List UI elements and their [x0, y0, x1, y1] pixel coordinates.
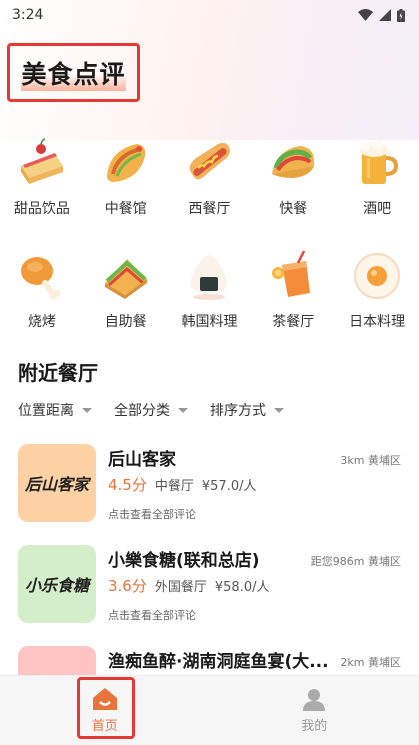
tab-mine[interactable]: 我的 [210, 676, 419, 745]
category-label: 自助餐 [104, 314, 147, 330]
restaurant-distance: 2km 黄埔区 [340, 656, 401, 669]
battery-icon [397, 8, 405, 22]
category-label: 中餐馆 [104, 201, 147, 217]
category-western-restaurant[interactable]: 西餐厅 [168, 130, 252, 243]
filter-label: 排序方式 [210, 403, 266, 419]
status-bar: 3:24 [0, 0, 419, 30]
category-fast-food[interactable]: 快餐 [251, 130, 335, 243]
restaurant-category: 外国餐厅 [154, 580, 207, 595]
category-chinese-restaurant[interactable]: 中餐馆 [84, 130, 168, 243]
restaurant-item[interactable]: 小乐食糖 小樂食糖(联和总店) 距您986m 黄埔区 3.6分 外国餐厅 ¥58… [0, 543, 419, 644]
restaurant-name: 渔痴鱼醉·湖南洞庭鱼宴(大... [108, 652, 329, 672]
beer-mug-icon [360, 139, 399, 184]
category-grid: 甜品饮品 中餐馆 西餐厅 快餐 酒吧 烧烤 自助餐 韩国料理 茶餐厅 日本料理 [0, 130, 419, 356]
category-row: 甜品饮品 中餐馆 西餐厅 快餐 酒吧 [0, 130, 419, 243]
restaurant-meta: 4.5分 中餐厅 ¥57.0/人 [108, 474, 256, 495]
category-label: 甜品饮品 [13, 201, 70, 217]
restaurant-category: 中餐厅 [154, 479, 194, 494]
nearby-section-title: 附近餐厅 [18, 361, 98, 385]
tab-mine-label: 我的 [301, 719, 328, 734]
status-time: 3:24 [12, 7, 44, 23]
category-label: 日本料理 [349, 314, 406, 330]
view-reviews-link[interactable]: 点击查看全部评论 [108, 607, 196, 623]
fried-egg-icon [354, 253, 401, 299]
restaurant-price: ¥57.0/人 [201, 479, 257, 494]
category-bbq[interactable]: 烧烤 [0, 243, 84, 356]
filter-label: 位置距离 [18, 403, 74, 419]
category-label: 烧烤 [27, 314, 56, 330]
caret-down-icon [178, 407, 188, 413]
tab-home-highlight [77, 677, 135, 739]
category-tea-restaurant[interactable]: 茶餐厅 [251, 243, 335, 356]
filter-sort-dropdown[interactable]: 排序方式 [210, 400, 284, 420]
view-reviews-link[interactable]: 点击查看全部评论 [108, 506, 196, 522]
tab-home[interactable]: 首页 [0, 676, 210, 745]
category-bar[interactable]: 酒吧 [335, 130, 419, 243]
filter-category-dropdown[interactable]: 全部分类 [114, 400, 188, 420]
category-japanese[interactable]: 日本料理 [335, 243, 419, 356]
restaurant-thumbnail: 小乐食糖 [18, 545, 96, 623]
restaurant-item[interactable]: 后山客家 后山客家 3km 黄埔区 4.5分 中餐厅 ¥57.0/人 点击查看全… [0, 442, 419, 543]
restaurant-thumbnail: 后山客家 [18, 444, 96, 522]
restaurant-distance: 3km 黄埔区 [340, 454, 401, 467]
restaurant-meta: 3.6分 外国餐厅 ¥58.0/人 [108, 575, 269, 596]
category-korean[interactable]: 韩国料理 [168, 243, 252, 356]
taco-icon [272, 146, 315, 178]
bottom-tab-bar: 首页 我的 [0, 675, 419, 745]
restaurant-name: 后山客家 [108, 450, 176, 470]
caret-down-icon [82, 407, 92, 413]
caret-down-icon [274, 407, 284, 413]
category-label: 酒吧 [363, 201, 392, 217]
restaurant-price: ¥58.0/人 [214, 580, 270, 595]
onigiri-icon [191, 255, 228, 300]
category-dessert-drinks[interactable]: 甜品饮品 [0, 130, 84, 243]
hotdog-icon [190, 142, 231, 180]
category-label: 西餐厅 [188, 201, 231, 217]
cell-signal-icon [379, 9, 391, 21]
app-title-box: 美食点评 [7, 43, 140, 102]
restaurant-score: 4.5分 [108, 476, 147, 494]
filter-bar: 位置距离 全部分类 排序方式 [18, 400, 284, 420]
restaurant-name: 小樂食糖(联和总店) [108, 551, 260, 571]
category-label: 快餐 [279, 201, 308, 217]
restaurant-score: 3.6分 [108, 577, 147, 595]
app-title: 美食点评 [21, 54, 126, 91]
person-icon [303, 689, 326, 711]
category-row: 烧烤 自助餐 韩国料理 茶餐厅 日本料理 [0, 243, 419, 356]
sandwich-icon [104, 259, 147, 299]
restaurant-distance: 距您986m 黄埔区 [310, 555, 401, 568]
filter-distance-dropdown[interactable]: 位置距离 [18, 400, 92, 420]
category-label: 韩国料理 [181, 314, 238, 330]
category-buffet[interactable]: 自助餐 [84, 243, 168, 356]
cake-icon [20, 138, 63, 184]
chicken-leg-icon [20, 257, 61, 300]
status-icons [358, 8, 405, 22]
taco-roll-icon [106, 144, 146, 182]
filter-label: 全部分类 [114, 403, 170, 419]
drink-cup-icon [272, 250, 311, 297]
wifi-icon [358, 9, 373, 21]
category-label: 茶餐厅 [272, 314, 315, 330]
